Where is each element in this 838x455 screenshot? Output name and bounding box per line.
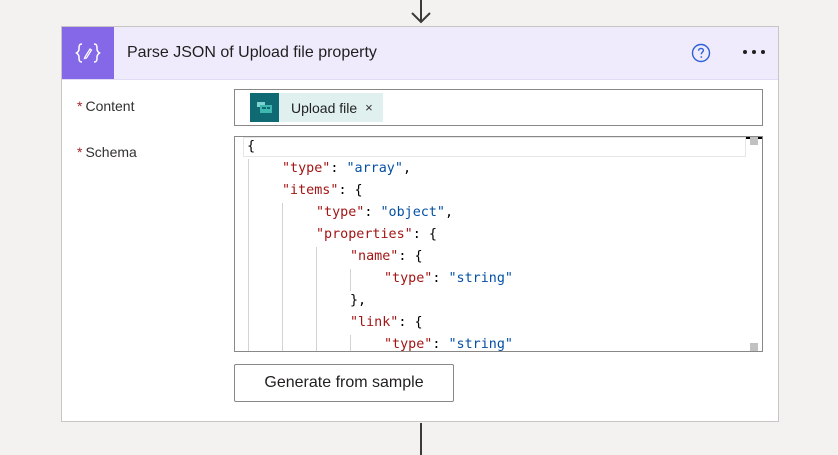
code-line: "type": "string" bbox=[384, 268, 513, 290]
code-line: "items": { bbox=[282, 180, 363, 202]
flow-arrow-down-icon bbox=[411, 0, 431, 24]
json-punct: }, bbox=[350, 293, 367, 308]
help-icon[interactable] bbox=[691, 43, 711, 63]
current-line-highlight bbox=[243, 137, 746, 157]
json-string: "string" bbox=[448, 271, 514, 286]
json-punct: : bbox=[364, 205, 381, 220]
json-string: "string" bbox=[448, 337, 514, 352]
code-line: "link": { bbox=[350, 312, 423, 334]
json-punct: : { bbox=[412, 227, 437, 242]
code-line: "type": "array", bbox=[282, 158, 411, 180]
code-line: "type": "object", bbox=[316, 202, 453, 224]
json-punct: , bbox=[402, 161, 411, 176]
content-label: * Content bbox=[77, 98, 135, 114]
indent-guide bbox=[316, 247, 317, 351]
code-line: "properties": { bbox=[316, 224, 437, 246]
action-header[interactable]: Parse JSON of Upload file property bbox=[62, 27, 778, 80]
json-punct: : bbox=[432, 337, 449, 352]
json-key: "items" bbox=[282, 183, 339, 198]
json-key: "properties" bbox=[316, 227, 413, 242]
code-line: "type": "string" bbox=[384, 334, 514, 352]
scroll-up-handle[interactable] bbox=[750, 137, 758, 145]
schema-label: * Schema bbox=[77, 144, 137, 160]
schema-code[interactable]: {"type": "array", "items": {"type": "obje… bbox=[235, 137, 746, 351]
form-app-icon bbox=[250, 93, 279, 122]
json-key: "type" bbox=[384, 337, 433, 352]
json-punct: , bbox=[445, 205, 454, 220]
editor-scrollbar[interactable] bbox=[746, 137, 762, 351]
content-input[interactable]: Upload file × bbox=[234, 89, 763, 126]
token-label: Upload file bbox=[291, 99, 358, 116]
code-line: { bbox=[247, 137, 256, 158]
indent-guide bbox=[282, 203, 283, 351]
json-key: "type" bbox=[316, 205, 365, 220]
code-line: "name": { bbox=[350, 246, 423, 268]
json-punct: : { bbox=[398, 315, 423, 330]
json-punct: : bbox=[432, 271, 449, 286]
code-line: }, bbox=[350, 290, 366, 312]
json-punct: : { bbox=[338, 183, 363, 198]
braces-icon bbox=[62, 27, 114, 79]
json-key: "link" bbox=[350, 315, 399, 330]
remove-token-icon[interactable]: × bbox=[365, 100, 373, 115]
json-string: "object" bbox=[380, 205, 446, 220]
generate-from-sample-button[interactable]: Generate from sample bbox=[234, 364, 454, 402]
indent-guide bbox=[350, 269, 351, 291]
upload-file-token[interactable]: Upload file × bbox=[250, 93, 383, 122]
indent-guide bbox=[350, 335, 351, 351]
more-options-icon[interactable] bbox=[738, 40, 770, 64]
required-mark: * bbox=[77, 98, 83, 114]
json-string: "array" bbox=[346, 161, 403, 176]
parse-json-action-card: Parse JSON of Upload file property * Cont… bbox=[61, 26, 779, 422]
flow-connector-line bbox=[420, 423, 422, 455]
schema-editor[interactable]: {"type": "array", "items": {"type": "obje… bbox=[234, 136, 763, 352]
scroll-down-handle[interactable] bbox=[750, 343, 758, 351]
json-punct: : bbox=[330, 161, 347, 176]
json-punct: { bbox=[247, 139, 256, 154]
json-key: "name" bbox=[350, 249, 399, 264]
json-key: "type" bbox=[384, 271, 433, 286]
json-punct: : { bbox=[398, 249, 423, 264]
required-mark: * bbox=[77, 144, 83, 160]
json-key: "type" bbox=[282, 161, 331, 176]
indent-guide bbox=[248, 159, 249, 351]
action-title: Parse JSON of Upload file property bbox=[127, 44, 377, 61]
